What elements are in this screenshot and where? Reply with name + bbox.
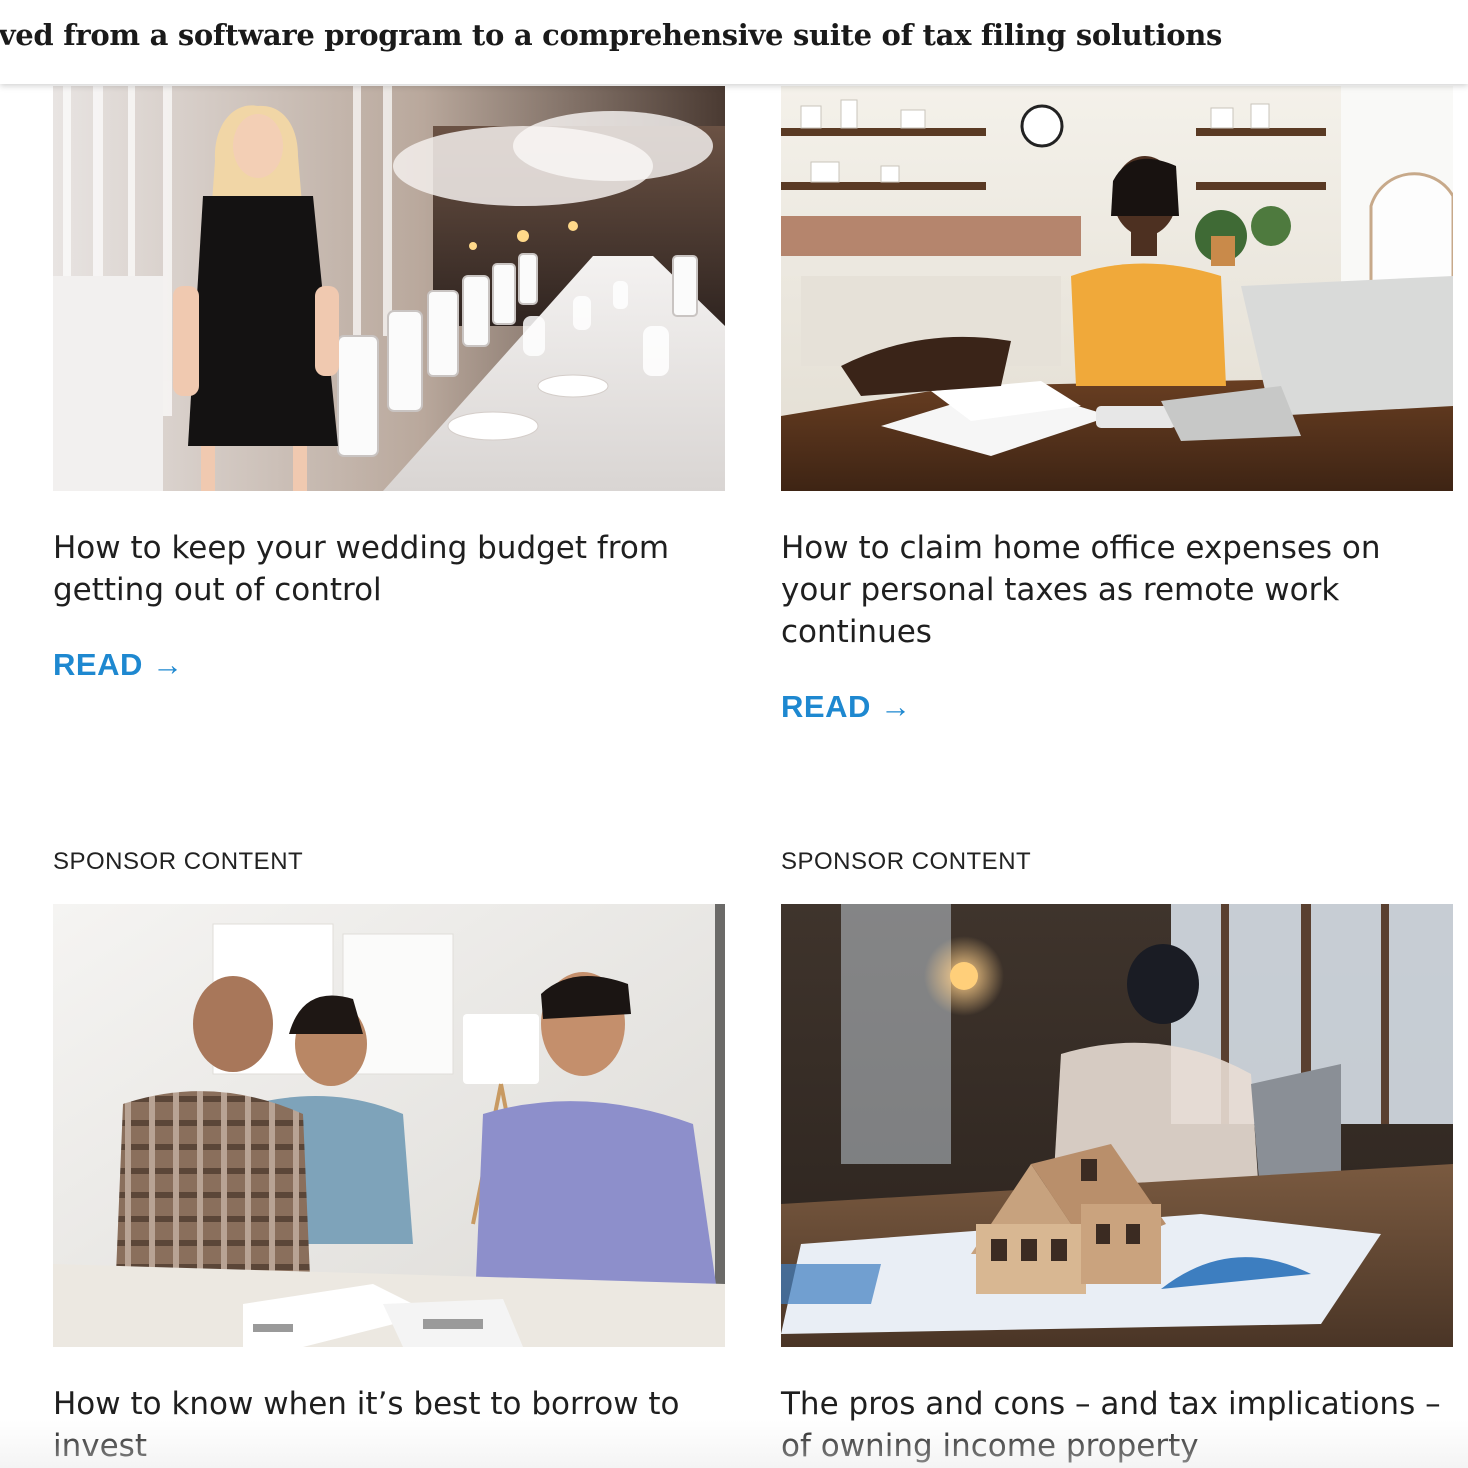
article-title[interactable]: How to claim home office expenses on you… [781,527,1453,653]
sticky-article-header: lved from a software program to a compre… [0,0,1468,84]
article-title[interactable]: How to know when it’s best to borrow to … [53,1383,725,1467]
sponsor-content-label: SPONSOR CONTENT [53,848,304,875]
sponsor-card-income-property: SPONSOR CONTENT The pros and cons – and … [781,848,1453,1468]
article-title[interactable]: How to keep your wedding budget from get… [53,527,725,611]
sponsor-card-borrow-to-invest: SPONSOR CONTENT How to know when it’s be… [53,848,725,1468]
house-model-photo[interactable] [781,904,1453,1347]
read-link[interactable]: READ → [53,647,183,683]
sponsor-content-label: SPONSOR CONTENT [781,848,1032,875]
home-office-photo[interactable] [781,86,1453,491]
article-card-home-office: How to claim home office expenses on you… [781,86,1453,736]
article-title[interactable]: The pros and cons – and tax implications… [781,1383,1453,1467]
article-card-wedding: How to keep your wedding budget from get… [53,86,725,706]
read-link[interactable]: READ → [781,689,911,725]
article-headline: lved from a software program to a compre… [0,18,1223,52]
advisor-meeting-photo[interactable] [53,904,725,1347]
wedding-venue-photo[interactable] [53,86,725,491]
